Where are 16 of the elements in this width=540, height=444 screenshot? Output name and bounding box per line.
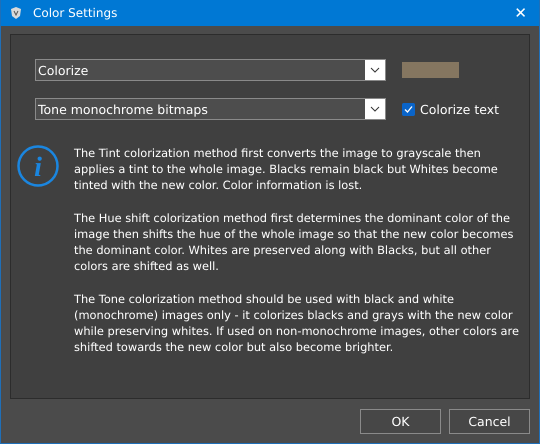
mode-dropdown[interactable]: Colorize <box>35 59 386 81</box>
caret-icon <box>370 67 380 73</box>
method-dropdown[interactable]: Tone monochrome bitmaps <box>35 98 386 120</box>
caret-icon <box>370 106 380 112</box>
colorize-text-checkbox[interactable]: Colorize text <box>402 102 500 116</box>
description-paragraph: The Tone colorization method should be used with black and white (monochrome) images only - it colorizes blacks and grays with the new color while preserving whites. If used on non-monochrome images, other colors are shifted towards the new color but also become brighter. <box>74 291 520 355</box>
description-paragraph: The Tint colorization method first converts the image to grayscale then applies a tint to the whole image. Blacks remain black but Whites become tinted with the new color. Color information is lost. <box>74 145 499 193</box>
info-icon: i <box>17 145 59 187</box>
color-swatch[interactable] <box>402 62 459 78</box>
check-icon <box>404 104 413 114</box>
description-paragraph: The Hue shift colorization method first determines the dominant color of the image then shifts the hue of the whole image so that the new color becomes the dominant color. Whites are preserved along with Blacks, but all other colors are shifted as well. <box>74 210 514 274</box>
window-title: Color Settings <box>33 6 118 20</box>
close-button[interactable]: ✕ <box>510 4 531 22</box>
app-icon <box>9 6 23 20</box>
dialog-button[interactable]: Cancel <box>449 409 530 434</box>
dialog-button[interactable]: OK <box>360 409 441 434</box>
